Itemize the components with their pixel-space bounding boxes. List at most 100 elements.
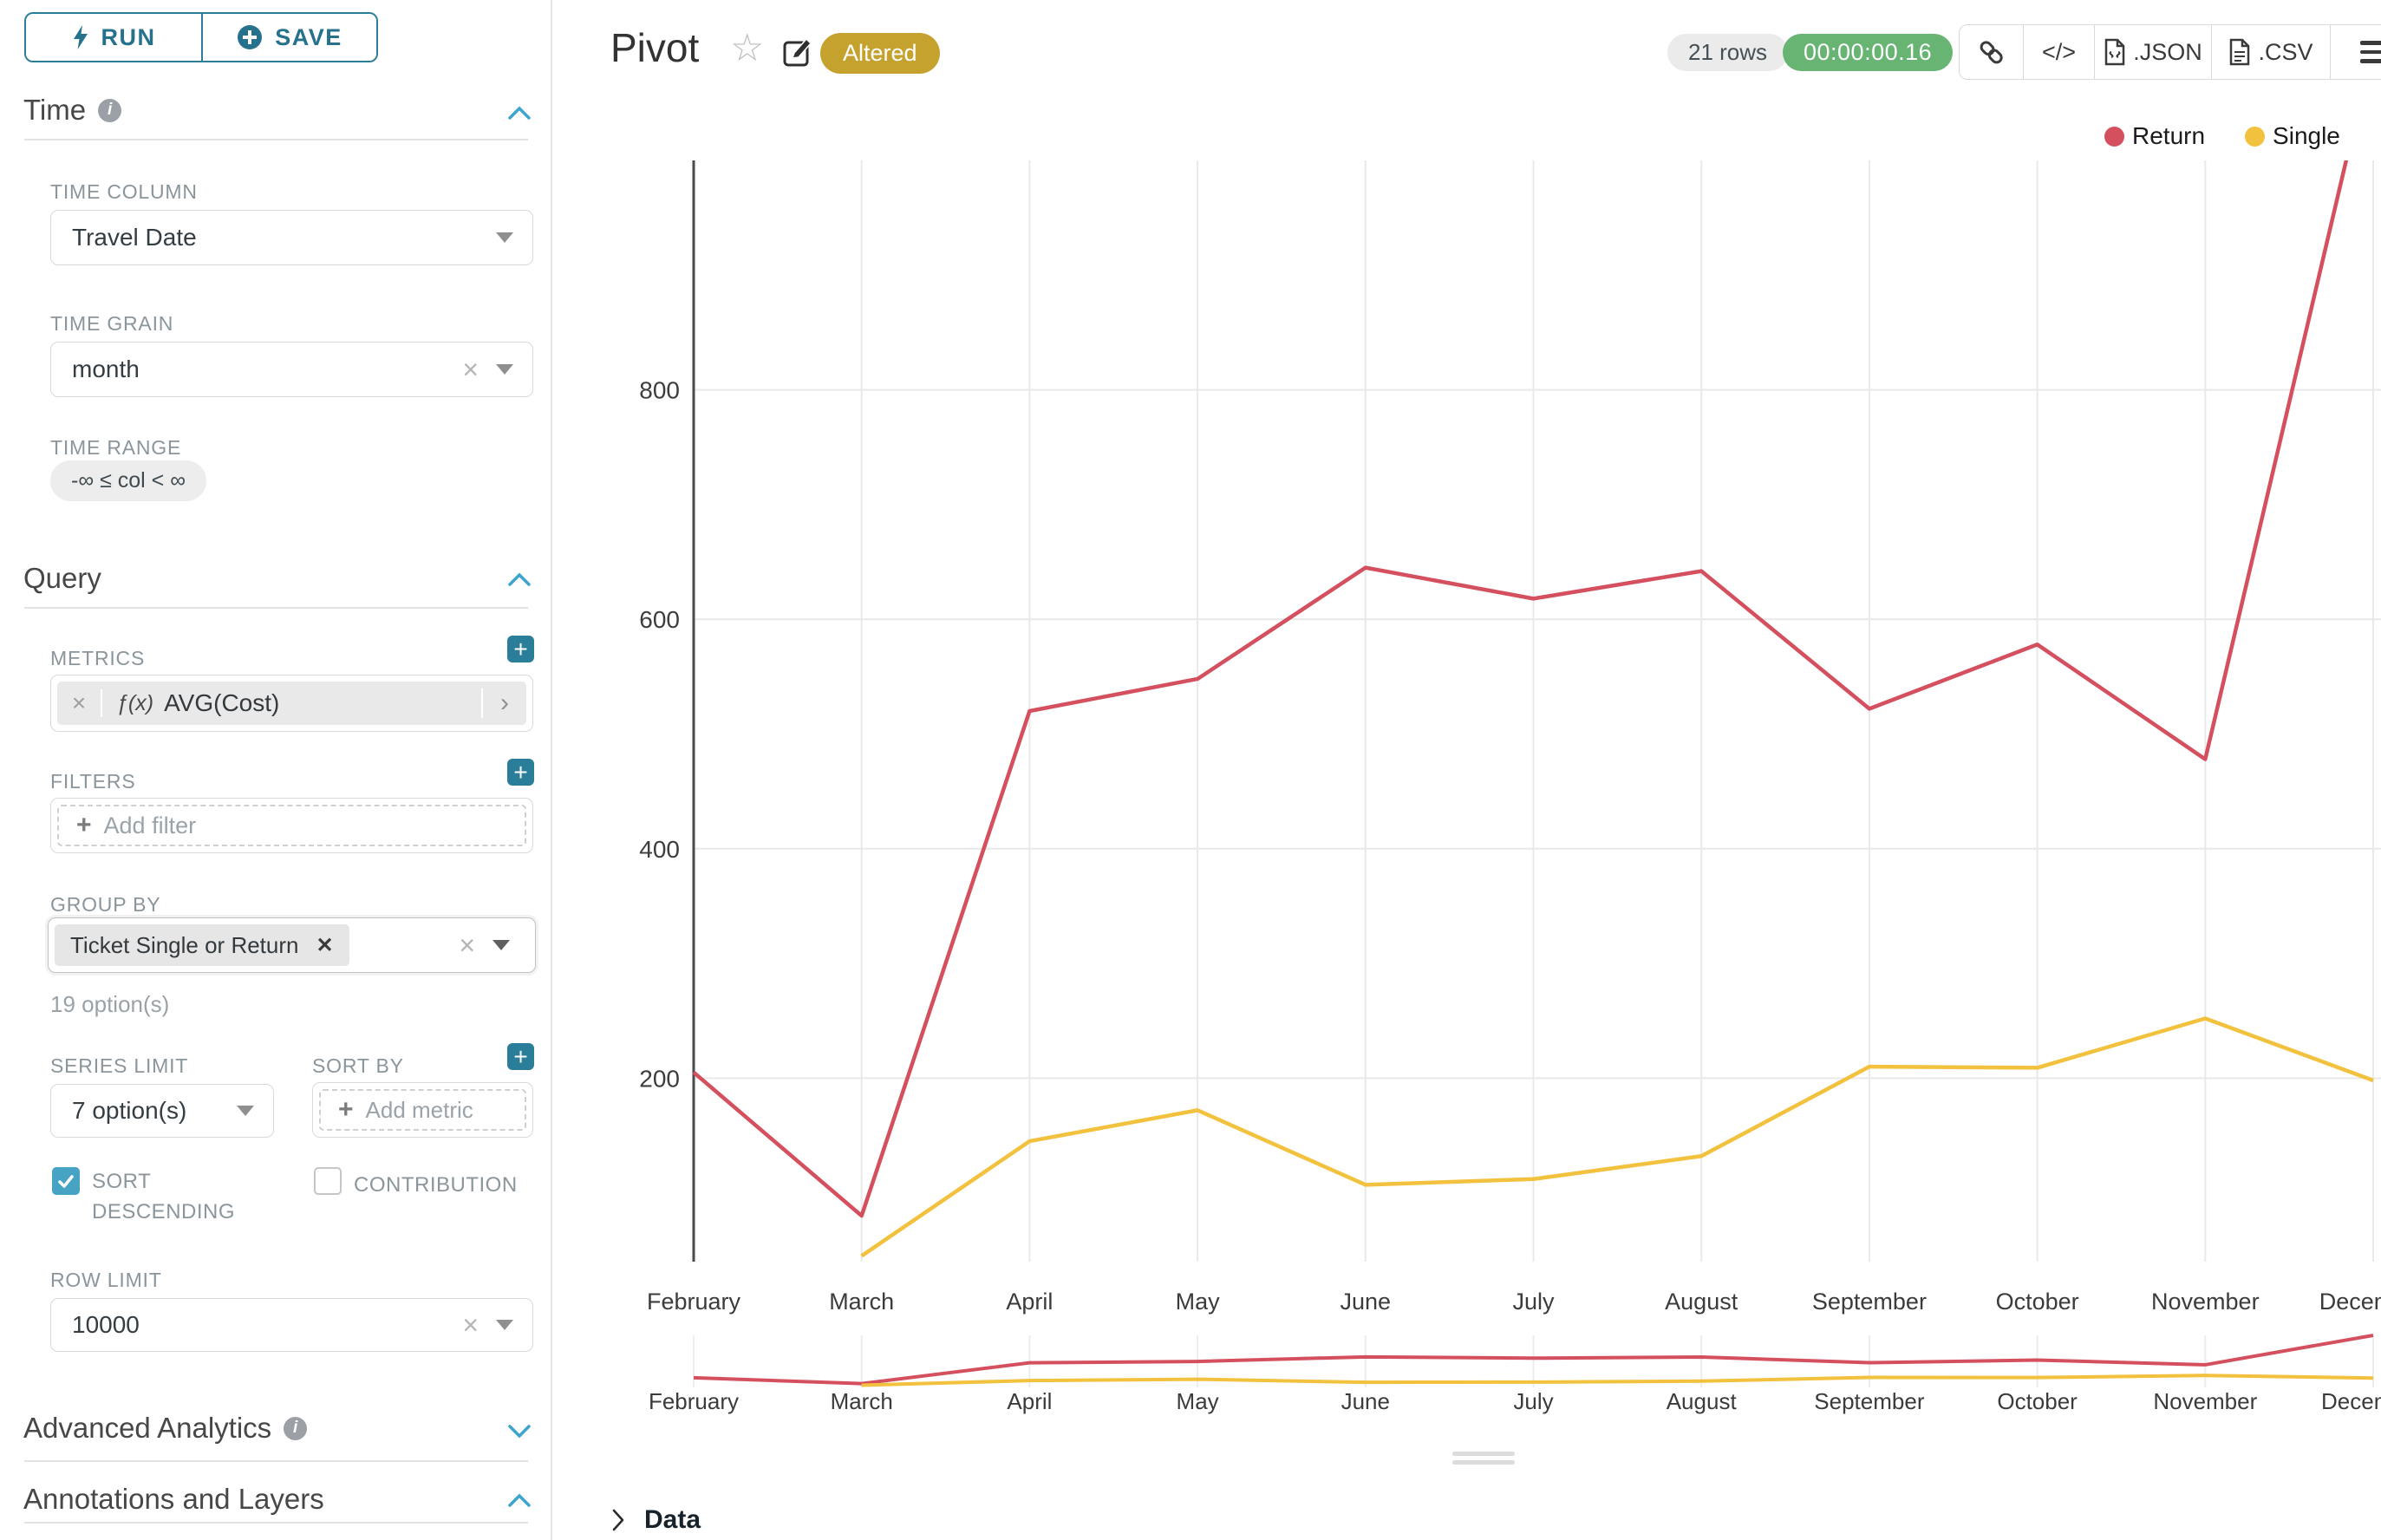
- section-divider: [24, 1460, 528, 1462]
- chart-legend: Return Single: [2104, 122, 2340, 150]
- contribution-checkbox[interactable]: [314, 1167, 342, 1195]
- export-json-button[interactable]: .JSON: [2094, 25, 2211, 79]
- time-grain-value: month: [51, 356, 462, 383]
- panel-resize-handle[interactable]: [1452, 1452, 1515, 1456]
- clear-icon[interactable]: ×: [462, 356, 479, 383]
- time-range-label: TIME RANGE: [50, 436, 181, 460]
- time-column-select[interactable]: Travel Date: [50, 210, 533, 265]
- info-icon: i: [98, 99, 121, 122]
- add-sort-metric-dropzone[interactable]: + Add metric: [319, 1089, 526, 1131]
- time-column-value: Travel Date: [51, 224, 496, 251]
- metrics-label: METRICS: [50, 647, 145, 670]
- metric-name: AVG(Cost): [164, 689, 279, 717]
- data-section-toggle[interactable]: Data: [612, 1505, 701, 1535]
- plus-icon: +: [338, 1095, 354, 1125]
- altered-badge[interactable]: Altered: [820, 33, 940, 74]
- legend-item-single[interactable]: Single: [2245, 122, 2340, 150]
- time-section-header: Time i: [23, 94, 121, 127]
- advanced-analytics-header: Advanced Analytics i: [23, 1412, 307, 1445]
- plus-icon: +: [513, 637, 527, 662]
- caret-down-icon: [496, 364, 513, 375]
- run-button-label: RUN: [101, 24, 156, 51]
- favorite-star-icon[interactable]: ☆: [730, 26, 764, 70]
- chevron-down-icon[interactable]: [507, 1424, 532, 1439]
- remove-chip-icon[interactable]: ✕: [316, 933, 333, 958]
- chart-menu-button[interactable]: [2330, 25, 2381, 79]
- chart-panel: Pivot ☆ Altered 21 rows 00:00:00.16 </>: [554, 0, 2381, 1540]
- sort-descending-checkbox[interactable]: [52, 1167, 80, 1195]
- chart-toolbar: </> .JSON .CSV: [1959, 24, 2381, 80]
- metric-pill[interactable]: × ƒ(x) AVG(Cost) ›: [57, 682, 526, 725]
- contribution-field: CONTRIBUTION: [314, 1167, 518, 1201]
- control-panel: RUN SAVE Time i TIME COLUMN Travel Date …: [0, 0, 552, 1540]
- save-button[interactable]: SAVE: [201, 14, 376, 61]
- check-icon: [57, 1174, 75, 1189]
- remove-metric-icon[interactable]: ×: [57, 689, 102, 717]
- plus-icon: +: [76, 811, 92, 840]
- panel-resize-handle[interactable]: [1452, 1460, 1515, 1465]
- series-limit-label: SERIES LIMIT: [50, 1054, 188, 1078]
- link-icon: [1978, 38, 2006, 66]
- contribution-label: CONTRIBUTION: [354, 1171, 518, 1201]
- legend-item-return[interactable]: Return: [2104, 122, 2205, 150]
- info-icon: i: [284, 1417, 307, 1440]
- annotations-title: Annotations and Layers: [23, 1483, 324, 1516]
- hamburger-icon: [2360, 41, 2381, 63]
- row-limit-label: ROW LIMIT: [50, 1269, 162, 1292]
- chevron-up-icon[interactable]: [507, 572, 532, 587]
- sort-descending-field: SORT DESCENDING: [52, 1167, 209, 1228]
- plus-icon: +: [513, 760, 527, 785]
- add-metric-button[interactable]: +: [507, 636, 534, 662]
- query-timer-badge: 00:00:00.16: [1783, 34, 1953, 71]
- run-save-button-group: RUN SAVE: [24, 12, 378, 62]
- edit-icon[interactable]: [782, 36, 813, 68]
- advanced-analytics-title: Advanced Analytics: [23, 1412, 271, 1445]
- time-range-value: -∞ ≤ col < ∞: [71, 468, 186, 493]
- series-limit-value: 7 option(s): [51, 1097, 237, 1125]
- sort-by-box: + Add metric: [312, 1082, 533, 1138]
- row-count-label: 21 rows: [1688, 39, 1767, 66]
- group-by-label: GROUP BY: [50, 893, 160, 917]
- plus-circle-icon: [237, 24, 263, 50]
- time-grain-select[interactable]: month ×: [50, 342, 533, 397]
- row-limit-select[interactable]: 10000 ×: [50, 1298, 533, 1352]
- clear-icon[interactable]: ×: [459, 931, 475, 959]
- chevron-up-icon[interactable]: [507, 1493, 532, 1508]
- clear-icon[interactable]: ×: [462, 1311, 479, 1339]
- csv-button-label: .CSV: [2258, 39, 2313, 66]
- check-icon: [319, 1174, 336, 1189]
- caret-down-icon: [496, 232, 513, 243]
- legend-label-return: Return: [2132, 122, 2205, 150]
- chart-title: Pivot: [610, 24, 699, 71]
- json-file-icon: [2104, 38, 2126, 66]
- sort-descending-label: SORT DESCENDING: [92, 1167, 209, 1228]
- view-query-button[interactable]: </>: [2023, 25, 2094, 79]
- time-range-pill[interactable]: -∞ ≤ col < ∞: [50, 460, 206, 501]
- chevron-up-icon[interactable]: [507, 106, 532, 121]
- run-button[interactable]: RUN: [26, 14, 201, 61]
- export-csv-button[interactable]: .CSV: [2211, 25, 2330, 79]
- row-count-badge: 21 rows: [1667, 34, 1788, 71]
- time-section-title: Time: [23, 94, 86, 127]
- section-divider: [24, 1522, 528, 1524]
- caret-down-icon: [496, 1320, 513, 1330]
- altered-badge-label: Altered: [843, 40, 917, 67]
- add-filter-dropzone[interactable]: + Add filter: [57, 805, 526, 846]
- chevron-right-icon: [612, 1509, 625, 1531]
- save-button-label: SAVE: [275, 24, 342, 51]
- time-grain-label: TIME GRAIN: [50, 312, 173, 336]
- add-filter-button[interactable]: +: [507, 759, 534, 786]
- share-link-button[interactable]: [1960, 25, 2023, 79]
- add-sort-metric-button[interactable]: +: [507, 1043, 534, 1070]
- query-timer-label: 00:00:00.16: [1804, 39, 1932, 66]
- group-by-select[interactable]: Ticket Single or Return ✕ ×: [48, 917, 536, 973]
- sort-by-placeholder: Add metric: [366, 1097, 473, 1124]
- series-limit-select[interactable]: 7 option(s): [50, 1084, 274, 1138]
- data-section-label: Data: [644, 1505, 701, 1535]
- query-section-header: Query: [23, 562, 101, 595]
- time-column-label: TIME COLUMN: [50, 180, 198, 204]
- group-by-hint: 19 option(s): [50, 991, 169, 1018]
- group-by-chip[interactable]: Ticket Single or Return ✕: [55, 924, 349, 966]
- legend-dot-single: [2245, 127, 2265, 147]
- chevron-right-icon[interactable]: ›: [481, 688, 526, 718]
